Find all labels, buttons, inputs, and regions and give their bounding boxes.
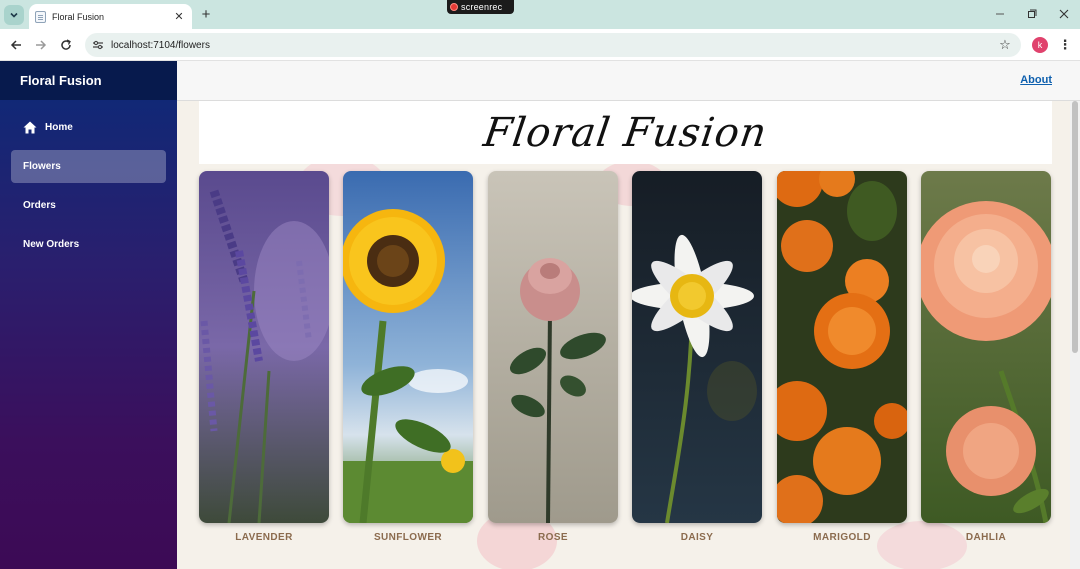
hero-banner: Floral Fusion [199,101,1052,164]
site-settings-icon[interactable] [91,38,105,52]
sunflower-head [343,209,445,313]
flower-card-daisy[interactable] [632,171,762,523]
sidebar-item-label: Home [45,122,73,133]
forward-arrow-icon[interactable] [32,36,50,54]
flower-card-lavender[interactable] [199,171,329,523]
lavender-photo [199,171,329,523]
scrollbar-thumb[interactable] [1072,101,1078,353]
url-text: localhost:7104/flowers [111,39,210,51]
sidebar-item-new-orders[interactable]: New Orders [11,228,166,261]
background-floral-decoration [877,521,967,569]
dahlia-bloom [946,406,1036,496]
flower-label: DAHLIA [965,532,1007,543]
page-title: Floral Fusion [480,109,771,156]
flower-card-rose[interactable] [488,171,618,523]
sidebar-item-label: Flowers [23,161,61,172]
flower-label: SUNFLOWER [373,532,443,543]
chevron-down-icon [10,12,18,18]
back-arrow-icon[interactable] [7,36,25,54]
minimize-icon[interactable] [992,6,1008,22]
sidebar-item-label: Orders [23,200,56,211]
flower-label: DAISY [680,532,714,543]
sunflower-photo [343,171,473,523]
sidebar-item-orders[interactable]: Orders [11,189,166,222]
home-icon [23,121,37,134]
daisy-photo [632,171,762,523]
flower-label: MARIGOLD [813,532,871,543]
browser-tab[interactable]: Floral Fusion ✕ [29,4,192,29]
sidebar-item-label: New Orders [23,239,80,250]
dahlia-photo [921,171,1051,523]
recorder-label: screenrec [461,2,503,12]
sidebar-item-home[interactable]: Home [11,111,166,144]
browser-menu-icon[interactable]: ⋮ [1058,37,1072,53]
flower-card-dahlia[interactable] [921,171,1051,523]
profile-avatar[interactable]: k [1032,37,1048,53]
marigold-photo [777,171,907,523]
bookmark-star-icon[interactable]: ☆ [997,37,1013,53]
sidebar: Floral Fusion Home Flowers Orders New Or… [0,61,177,569]
flower-card-sunflower[interactable] [343,171,473,523]
flower-label: LAVENDER [235,532,293,543]
sidebar-header: Floral Fusion [0,61,177,100]
tab-title: Floral Fusion [52,11,105,22]
record-dot-icon [450,3,458,11]
reload-icon[interactable] [57,36,75,54]
close-tab-icon[interactable]: ✕ [172,10,186,24]
flower-label: ROSE [538,532,568,543]
page-favicon-icon [35,10,46,23]
tab-search-button[interactable] [4,5,24,25]
page-scrollbar[interactable] [1070,101,1080,569]
restore-icon[interactable] [1024,6,1040,22]
dahlia-bloom [921,201,1051,341]
browser-tab-strip: Floral Fusion ✕ + screenrec [0,0,1080,29]
close-window-icon[interactable] [1056,6,1072,22]
brand-title: Floral Fusion [20,73,102,88]
address-bar[interactable]: localhost:7104/flowers ☆ [85,33,1021,57]
main-content: About Floral Fusion LAVENDER SUNFLOWER R… [177,61,1080,569]
about-link[interactable]: About [1020,74,1052,86]
sidebar-item-flowers[interactable]: Flowers [11,150,166,183]
sidebar-nav: Home Flowers Orders New Orders [0,100,177,261]
new-tab-button[interactable]: + [197,5,215,23]
rose-photo [488,171,618,523]
top-bar: About [177,61,1080,101]
screen-recorder-badge: screenrec [447,0,514,14]
flower-card-marigold[interactable] [777,171,907,523]
browser-toolbar: localhost:7104/flowers ☆ [0,29,1080,61]
